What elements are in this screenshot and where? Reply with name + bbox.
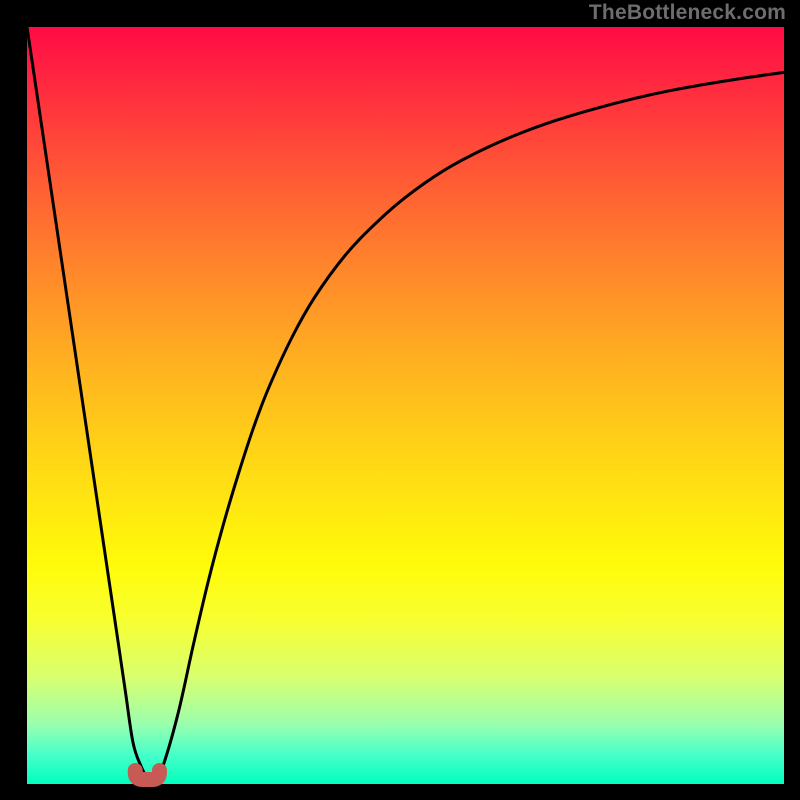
chart-svg xyxy=(27,27,784,784)
watermark-text: TheBottleneck.com xyxy=(589,1,786,25)
bottleneck-curve xyxy=(27,27,784,781)
chart-frame: TheBottleneck.com xyxy=(0,0,800,800)
min-marker xyxy=(135,770,159,779)
